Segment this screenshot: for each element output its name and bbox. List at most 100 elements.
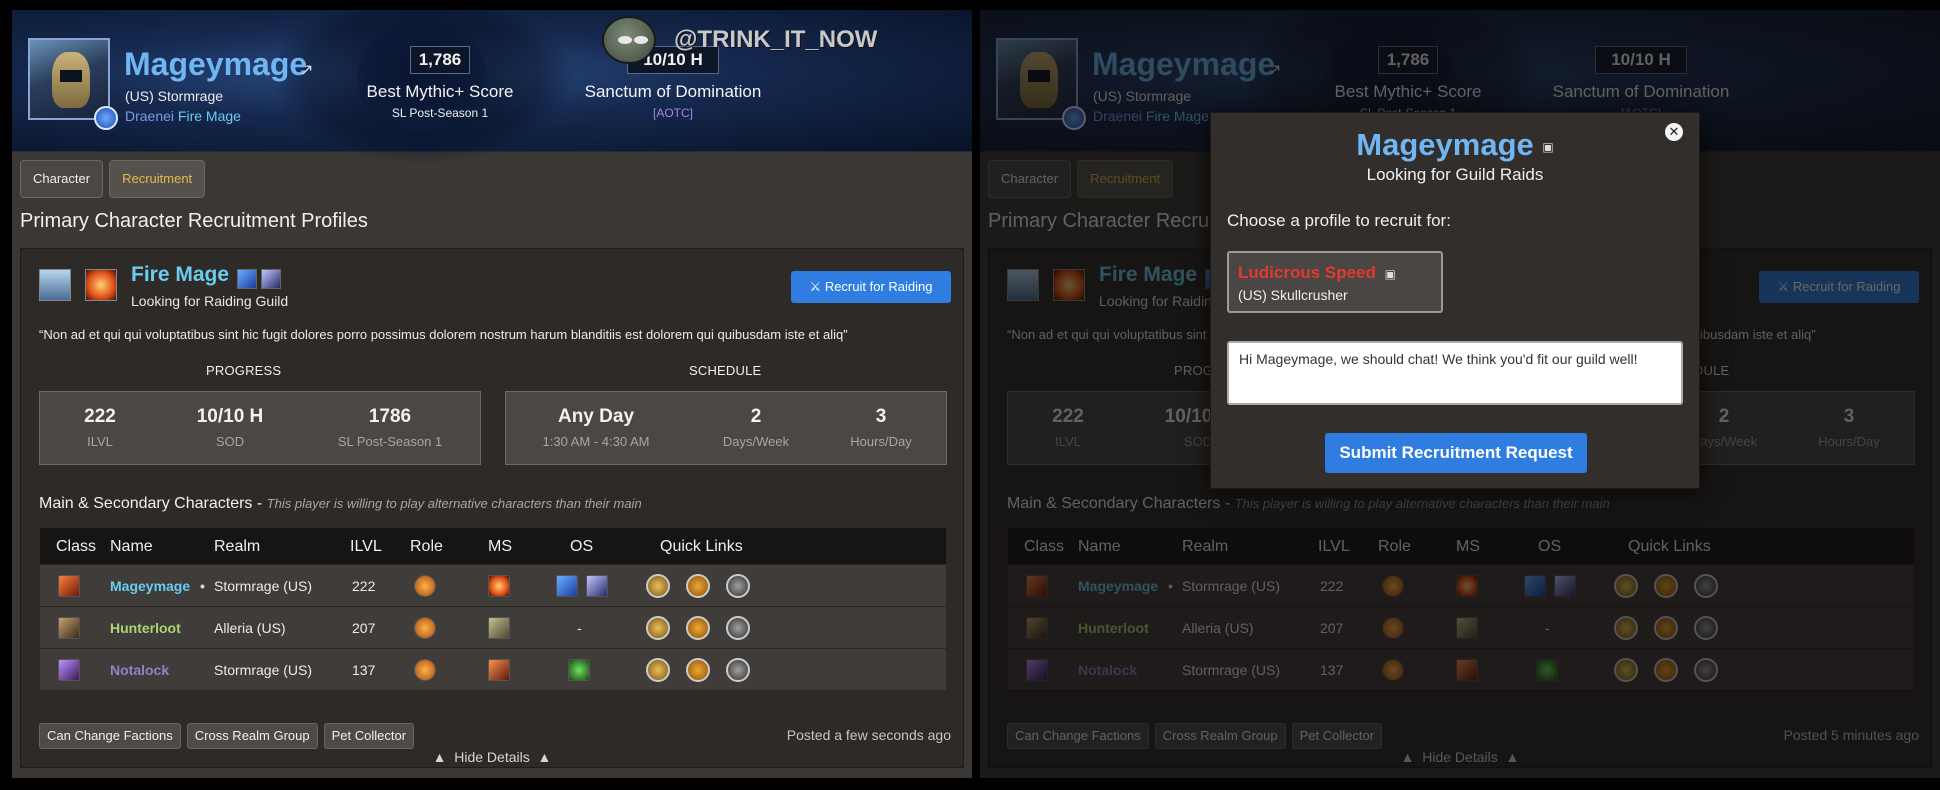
warcraftlogs-link-icon[interactable] xyxy=(726,616,750,640)
mythic-score-label: Best Mythic+ Score xyxy=(366,82,514,101)
progress-sod-value: 10/10 H xyxy=(196,406,264,427)
progress-sod-label: SOD xyxy=(215,434,245,449)
class-icon xyxy=(58,659,80,681)
class-icon xyxy=(58,617,80,639)
row-realm: Stormrage (US) xyxy=(214,662,313,678)
row-character-name[interactable]: Hunterloot xyxy=(110,620,187,636)
table-header: Class Name Realm ILVL Role MS OS Quick L… xyxy=(39,527,947,565)
submit-recruitment-button[interactable]: Submit Recruitment Request xyxy=(1325,433,1587,473)
alts-dash: - xyxy=(256,495,267,512)
mythic-score-box: 1,786 xyxy=(410,46,470,74)
col-name: Name xyxy=(110,538,153,555)
raiderio-link-icon[interactable] xyxy=(686,616,710,640)
chevron-up-icon: ▲ xyxy=(537,749,552,765)
characters-table: Class Name Realm ILVL Role MS OS Quick L… xyxy=(39,527,947,691)
profile-tabs: Character Recruitment xyxy=(20,160,206,198)
schedule-hours-label: Hours/Day xyxy=(850,434,912,449)
progress-section-label: PROGRESS xyxy=(206,363,282,378)
row-name-text[interactable]: Notalock xyxy=(110,662,169,678)
profile-subtitle: Looking for Raiding Guild xyxy=(131,293,289,309)
wow-armory-link-icon[interactable] xyxy=(646,658,670,682)
schedule-hours-value: 3 xyxy=(875,406,887,427)
table-row[interactable]: Mageymage • Stormrage (US) 222 xyxy=(39,565,947,607)
external-link-icon[interactable]: ↗ xyxy=(300,60,313,80)
warcraftlogs-link-icon[interactable] xyxy=(726,658,750,682)
raid-name-label: Sanctum of Domination xyxy=(584,82,762,101)
raiderio-link-icon[interactable] xyxy=(686,574,710,598)
tag-pet-collector: Pet Collector xyxy=(323,723,415,749)
row-name-text[interactable]: Hunterloot xyxy=(110,620,181,636)
pepe-eye-right xyxy=(634,36,648,44)
right-panel: Mageymage ↗ (US) Stormrage Draenei Fire … xyxy=(980,10,1940,778)
hide-details-label: Hide Details xyxy=(454,749,530,765)
character-race-class: Draenei Fire Mage xyxy=(125,108,241,124)
row-realm: Stormrage (US) xyxy=(214,578,313,594)
schedule-section-label: SCHEDULE xyxy=(689,363,762,378)
guild-name-text: Ludicrous Speed xyxy=(1238,263,1376,282)
modal-name-text: Mageymage xyxy=(1356,127,1534,162)
col-role: Role xyxy=(410,538,443,555)
warcraftlogs-link-icon[interactable] xyxy=(726,574,750,598)
tab-character[interactable]: Character xyxy=(20,160,104,198)
table-row[interactable]: Hunterloot Alleria (US) 207 - xyxy=(39,607,947,649)
tag-change-factions: Can Change Factions xyxy=(39,723,181,749)
character-realm: (US) Stormrage xyxy=(125,88,224,104)
mage-class-icon xyxy=(39,269,71,301)
table-row[interactable]: Notalock Stormrage (US) 137 xyxy=(39,649,947,691)
choose-profile-label: Choose a profile to recruit for: xyxy=(1227,211,1451,230)
row-name-text[interactable]: Mageymage xyxy=(110,578,190,594)
raid-icon: ⚔ xyxy=(809,279,822,294)
row-ilvl: 222 xyxy=(352,578,376,594)
character-race: Draenei xyxy=(125,108,175,124)
guild-realm: (US) Skullcrusher xyxy=(1238,287,1348,303)
profile-quote: “Non ad et qui qui voluptatibus sint hic… xyxy=(39,327,848,342)
alts-title: Main & Secondary Characters xyxy=(39,495,253,512)
col-ms: MS xyxy=(488,538,512,555)
main-spec-icon xyxy=(488,575,510,597)
col-quick-links: Quick Links xyxy=(660,538,743,555)
id-badge-icon: ▣ xyxy=(1542,139,1554,154)
row-ilvl: 207 xyxy=(352,620,376,636)
left-panel: Mageymage ↗ (US) Stormrage Draenei Fire … xyxy=(12,10,972,778)
chevron-up-icon: ▲ xyxy=(432,749,447,765)
guild-name: Ludicrous Speed ▣ xyxy=(1238,263,1396,283)
modal-subtitle: Looking for Guild Raids xyxy=(1366,165,1544,184)
row-character-name[interactable]: Mageymage • xyxy=(110,578,205,594)
wow-armory-link-icon[interactable] xyxy=(646,574,670,598)
guild-badge-icon: ▣ xyxy=(1384,267,1396,281)
raid-aotc-label: [AOTC] xyxy=(652,106,693,120)
profile-tags: Can Change Factions Cross Realm Group Pe… xyxy=(39,723,415,749)
main-spec-icon xyxy=(488,659,510,681)
watermark: @TRINK_IT_NOW xyxy=(592,14,892,74)
tag-cross-realm: Cross Realm Group xyxy=(186,723,318,749)
character-name: Mageymage xyxy=(124,46,308,82)
alliance-faction-icon xyxy=(94,106,118,130)
guild-profile-select[interactable]: Ludicrous Speed ▣ (US) Skullcrusher xyxy=(1227,251,1443,313)
alts-note: This player is willing to play alternati… xyxy=(266,496,642,511)
schedule-time-label: 1:30 AM - 4:30 AM xyxy=(542,434,650,449)
modal-character-name: Mageymage ▣ xyxy=(1211,127,1699,163)
message-textarea[interactable]: Hi Mageymage, we should chat! We think y… xyxy=(1227,341,1683,405)
frost-spec-icon xyxy=(237,269,257,289)
raiderio-link-icon[interactable] xyxy=(686,658,710,682)
dps-role-icon xyxy=(414,659,436,681)
fire-spec-icon xyxy=(85,269,117,301)
pepe-watermark-icon xyxy=(602,16,656,64)
mythic-season-label: SL Post-Season 1 xyxy=(391,106,489,120)
progress-mplus-label: SL Post-Season 1 xyxy=(337,434,443,449)
tab-recruitment[interactable]: Recruitment xyxy=(109,160,206,198)
arcane-spec-icon xyxy=(261,269,281,289)
avatar-visor-shape xyxy=(60,70,82,82)
schedule-days-per-week-label: Days/Week xyxy=(722,434,790,449)
hide-details-toggle[interactable]: ▲ Hide Details ▲ xyxy=(21,749,963,765)
main-marker: • xyxy=(200,578,205,594)
schedule-panel: Any Day 1:30 AM - 4:30 AM 2 Days/Week 3 … xyxy=(505,391,947,465)
recruit-for-raiding-button[interactable]: ⚔ Recruit for Raiding xyxy=(791,271,951,303)
no-offspec-dash: - xyxy=(577,620,582,636)
profile-title: Fire Mage xyxy=(131,263,230,286)
col-os: OS xyxy=(570,538,594,555)
row-character-name[interactable]: Notalock xyxy=(110,662,175,678)
recruit-modal: ✕ Mageymage ▣ Looking for Guild Raids Ch… xyxy=(1210,112,1700,489)
wow-armory-link-icon[interactable] xyxy=(646,616,670,640)
arcane-offspec-icon xyxy=(586,575,608,597)
